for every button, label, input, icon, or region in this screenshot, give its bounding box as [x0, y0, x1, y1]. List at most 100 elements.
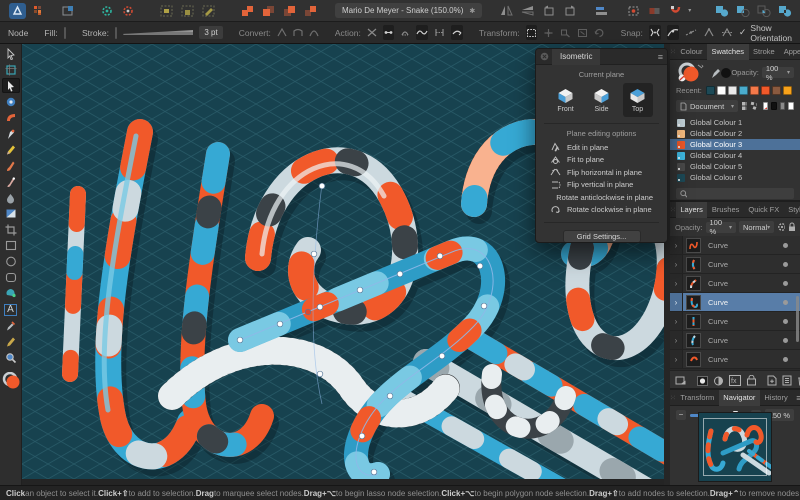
layer-expand-chevron[interactable]: ›: [670, 274, 683, 292]
layer-effects-icon[interactable]: fx: [729, 375, 741, 387]
tab-navigator[interactable]: Navigator: [718, 389, 760, 406]
boolean-xor-icon[interactable]: [776, 3, 793, 19]
grid-settings-button[interactable]: Grid Settings...: [562, 230, 641, 242]
layer-expand-chevron[interactable]: ›: [670, 312, 683, 330]
convert-smart-icon[interactable]: [309, 25, 319, 40]
layer-visibility-dot[interactable]: [783, 318, 788, 324]
layer-expand-chevron[interactable]: ›: [670, 236, 683, 254]
alignment-icon[interactable]: [595, 3, 608, 19]
tab-styles[interactable]: Styles: [784, 202, 800, 218]
layer-row[interactable]: › Curve: [670, 312, 800, 331]
tab-transform[interactable]: Transform: [676, 390, 719, 406]
transform-move-icon[interactable]: [543, 25, 554, 40]
move-backward-icon[interactable]: [260, 3, 277, 19]
boolean-add-icon[interactable]: [713, 3, 730, 19]
global-colour-row[interactable]: Global Colour 1: [670, 117, 800, 128]
recent-swatch[interactable]: [771, 86, 781, 95]
transparency-tool[interactable]: [2, 206, 20, 221]
insert-inside-icon[interactable]: [200, 3, 217, 19]
rotate-right-icon[interactable]: [561, 3, 578, 19]
panel-menu-icon[interactable]: ≡: [792, 393, 800, 403]
adjustment-layer-icon[interactable]: [713, 375, 724, 387]
ellipse-tool[interactable]: [2, 254, 20, 269]
transform-resize-icon[interactable]: [577, 25, 588, 40]
tab-appearance[interactable]: Appearance: [779, 44, 800, 60]
plane-top-button[interactable]: Top: [622, 83, 653, 117]
layer-expand-chevron[interactable]: ›: [670, 293, 683, 311]
vector-brush-tool[interactable]: [2, 158, 20, 173]
export-persona-icon[interactable]: [59, 3, 76, 19]
layer-row[interactable]: › Curve: [670, 331, 800, 350]
layer-visibility-dot[interactable]: [783, 261, 788, 267]
style-picker-tool[interactable]: [2, 334, 20, 349]
layer-row[interactable]: › Curve: [670, 255, 800, 274]
action-join-icon[interactable]: [382, 25, 394, 40]
boolean-subtract-icon[interactable]: [734, 3, 751, 19]
snapping-caret-icon[interactable]: ▾: [688, 7, 691, 14]
recent-swatch[interactable]: [727, 86, 737, 95]
fit-to-plane-option[interactable]: Fit to plane: [536, 154, 667, 167]
action-break-icon[interactable]: [367, 25, 377, 40]
swatch-search-input[interactable]: [690, 188, 790, 199]
swatch-black[interactable]: [771, 102, 777, 110]
document-tab[interactable]: Mario De Meyer - Snake (150.0%) ✱: [335, 3, 483, 18]
layer-visibility-dot[interactable]: [783, 356, 788, 362]
tab-quick-fx[interactable]: Quick FX: [744, 202, 784, 218]
layer-expand-chevron[interactable]: ›: [670, 331, 683, 349]
recent-swatch[interactable]: [749, 86, 759, 95]
move-back-icon[interactable]: [239, 3, 256, 19]
snap-to-nodes-icon[interactable]: [648, 25, 661, 40]
fill-stroke-indicator[interactable]: [2, 371, 20, 390]
swatch-shuffle-icon[interactable]: [750, 101, 757, 111]
text-tool[interactable]: A: [2, 302, 20, 317]
close-icon[interactable]: [536, 52, 552, 61]
rounded-rectangle-tool[interactable]: [2, 270, 20, 285]
layers-opacity-dropdown[interactable]: 100 % ▾: [705, 218, 736, 236]
point-transform-tool[interactable]: [2, 94, 20, 109]
paint-brush-tool[interactable]: [2, 174, 20, 189]
snapping-gear-icon[interactable]: [98, 3, 115, 19]
shape-tool[interactable]: [2, 286, 20, 301]
flip-vertical-in-plane-option[interactable]: Flip vertical in plane: [536, 179, 667, 192]
swatch-gray[interactable]: [779, 102, 786, 110]
tab-colour[interactable]: Colour: [676, 44, 707, 60]
layer-settings-gear-icon[interactable]: [777, 222, 786, 232]
layer-visibility-dot[interactable]: [783, 299, 788, 305]
tab-layers[interactable]: Layers: [675, 201, 708, 218]
snapping-magnet-icon[interactable]: [667, 3, 684, 19]
layer-expand-chevron[interactable]: ›: [670, 255, 683, 273]
layer-visibility-dot[interactable]: [783, 242, 788, 248]
convert-sharp-icon[interactable]: [277, 25, 287, 40]
rotation-gear-icon[interactable]: [119, 3, 136, 19]
swatch-white[interactable]: [788, 102, 794, 110]
layer-visibility-dot[interactable]: [783, 280, 788, 286]
blend-mode-dropdown[interactable]: Normal ▾: [738, 221, 775, 233]
pen-tool[interactable]: [2, 126, 20, 141]
panel-menu-icon[interactable]: ≡: [654, 52, 667, 62]
marquee-snap-icon[interactable]: [625, 3, 642, 19]
snap-construction-icon[interactable]: [685, 25, 697, 40]
layers-scrollbar[interactable]: [796, 296, 799, 342]
snap-to-geometry-icon[interactable]: [666, 25, 679, 40]
action-close-icon[interactable]: [400, 25, 410, 40]
zoom-out-button[interactable]: −: [676, 410, 686, 420]
action-reverse-icon[interactable]: [450, 25, 463, 40]
pencil-tool[interactable]: [2, 142, 20, 157]
recent-swatch[interactable]: [716, 86, 726, 95]
transform-bbox-icon[interactable]: [525, 25, 537, 40]
duplicate-layer-icon[interactable]: [782, 375, 792, 387]
flip-vertical-icon[interactable]: [519, 3, 536, 19]
layer-row-selected[interactable]: › Curve: [670, 293, 800, 312]
action-open-icon[interactable]: [434, 25, 445, 40]
transform-scale-icon[interactable]: [560, 25, 571, 40]
layer-row[interactable]: › Curve: [670, 350, 800, 369]
artboard-tool[interactable]: [2, 62, 20, 77]
recent-swatch[interactable]: [738, 86, 748, 95]
pixel-align-icon[interactable]: [646, 3, 663, 19]
recent-swatch[interactable]: [705, 86, 715, 95]
swatch-grid-view-icon[interactable]: [741, 101, 748, 111]
move-tool[interactable]: [2, 46, 20, 61]
node-tool[interactable]: [1, 78, 20, 93]
convert-smooth-icon[interactable]: [293, 25, 303, 40]
snap-aligned-handles-icon[interactable]: [721, 25, 733, 40]
